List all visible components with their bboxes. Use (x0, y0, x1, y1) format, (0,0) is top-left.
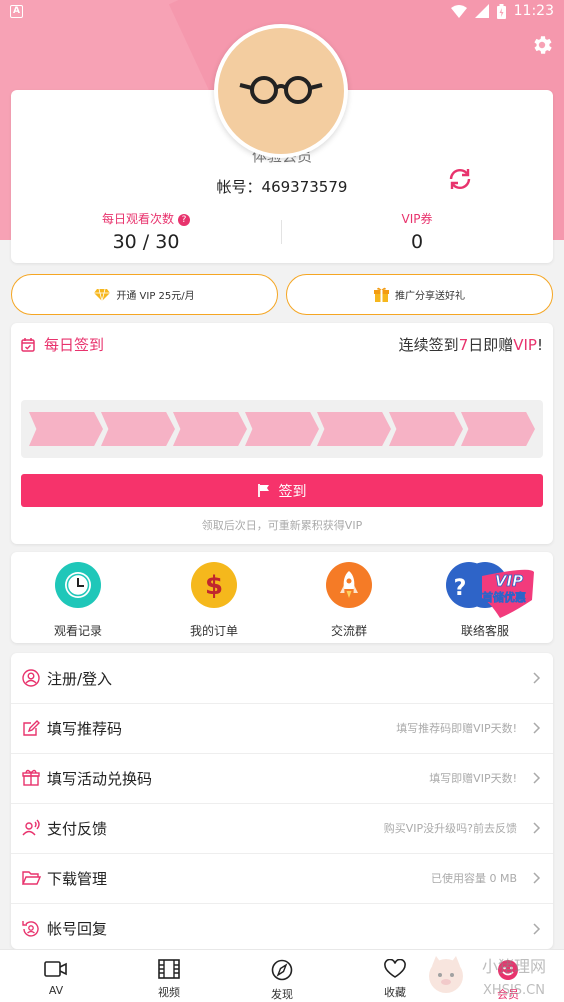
checkin-step (29, 412, 103, 446)
user-icon (22, 669, 40, 687)
vip-promo-badge-icon: ? VIP 首储优惠 (446, 562, 534, 618)
signal-icon (474, 4, 489, 18)
status-bar: A 11:23 (0, 0, 564, 26)
vip-coupon-value: 0 (410, 231, 424, 253)
film-icon (158, 959, 180, 979)
battery-icon (496, 3, 506, 19)
edit-icon (23, 720, 40, 736)
notification-badge: A (10, 5, 23, 18)
chevron-right-icon (533, 722, 541, 734)
svg-text:XHSJS.CN: XHSJS.CN (483, 983, 545, 998)
tab-discover[interactable]: 发现 (226, 950, 338, 1002)
menu-item-redeem-code[interactable]: 填写活动兑换码 填写即赠VIP天数! (11, 753, 553, 804)
status-time: 11:23 (513, 3, 554, 19)
menu-item-download-manager[interactable]: 下载管理 已使用容量 0 MB (11, 853, 553, 904)
share-gift-button[interactable]: 推广分享送好礼 (286, 274, 553, 315)
quick-links-card: 观看记录 $ 我的订单 交流群 ? VIP 首储优惠 联络客服 (11, 552, 553, 643)
wifi-icon (450, 4, 467, 18)
menu-item-account-restore[interactable]: 帐号回复 (11, 903, 553, 949)
checkin-step (461, 412, 535, 446)
gift-icon (22, 769, 40, 786)
menu-list-card: 注册/登入 填写推荐码 填写推荐码即赠VIP天数! 填写活动兑换码 填写即赠VI… (11, 653, 553, 949)
customer-service-button[interactable]: ? VIP 首储优惠 联络客服 (435, 562, 535, 639)
checkin-reward-note: 连续签到7日即赠VIP! (398, 336, 543, 354)
checkin-step (317, 412, 391, 446)
share-gift-label: 推广分享送好礼 (395, 291, 465, 302)
avatar[interactable] (214, 24, 348, 158)
rocket-icon (340, 571, 358, 598)
my-orders-button[interactable]: $ 我的订单 (164, 562, 264, 639)
settings-gear-icon[interactable] (530, 33, 554, 57)
chevron-right-icon (533, 872, 541, 884)
chevron-right-icon (533, 772, 541, 784)
daily-views-label: 每日观看次数 (101, 212, 174, 226)
svg-text:VIP: VIP (495, 572, 523, 590)
calendar-check-icon (21, 337, 35, 352)
site-watermark: 小猪理网 XHSJS.CN (429, 956, 546, 998)
checkin-step (389, 412, 463, 446)
checkin-step (173, 412, 247, 446)
watch-history-button[interactable]: 观看记录 (28, 562, 128, 639)
checkin-button[interactable]: 签到 (21, 474, 543, 507)
community-group-button[interactable]: 交流群 (299, 562, 399, 639)
svg-text:$: $ (205, 571, 223, 601)
stat-divider (281, 220, 282, 244)
checkin-step (101, 412, 175, 446)
daily-views-value: 30 / 30 (112, 231, 180, 253)
clock-icon (65, 572, 91, 598)
chevron-right-icon (533, 822, 541, 834)
glasses-icon (239, 76, 323, 104)
checkin-progress-track (21, 400, 543, 458)
svg-text:小猪理网: 小猪理网 (482, 957, 546, 976)
svg-text:首储优惠: 首储优惠 (482, 590, 526, 604)
checkin-hint: 领取后次日，可重新累积获得VIP (201, 519, 363, 532)
chevron-right-icon (533, 672, 541, 684)
vip-coupon-label: VIP券 (401, 212, 433, 226)
open-vip-button[interactable]: 开通 VIP 25元/月 (11, 274, 278, 315)
daily-checkin-card: 每日签到 连续签到7日即赠VIP! 签到 领取后次日，可重新累积获得VIP (11, 323, 553, 544)
vip-coupon-stat: VIP券 0 (317, 210, 517, 253)
menu-item-payment-feedback[interactable]: 支付反馈 购买VIP没升级吗?前去反馈 (11, 803, 553, 854)
open-vip-label: 开通 VIP 25元/月 (116, 291, 195, 302)
dollar-icon: $ (205, 571, 223, 601)
tab-av[interactable]: AV (0, 950, 112, 1002)
menu-item-register-login[interactable]: 注册/登入 (11, 653, 553, 704)
folder-icon (21, 871, 41, 885)
video-icon (44, 961, 67, 977)
checkin-title: 每日签到 (21, 334, 104, 355)
account-restore-icon (22, 920, 39, 937)
chevron-right-icon (533, 922, 541, 935)
heart-icon (384, 958, 406, 978)
menu-item-referral-code[interactable]: 填写推荐码 填写推荐码即赠VIP天数! (11, 703, 553, 754)
help-icon[interactable]: ? (178, 214, 190, 226)
gift-box-icon (374, 287, 389, 302)
compass-icon (271, 959, 293, 981)
feedback-icon (22, 819, 40, 836)
daily-views-stat: 每日观看次数? 30 / 30 (46, 210, 246, 253)
svg-text:?: ? (454, 576, 467, 601)
refresh-icon[interactable] (447, 166, 473, 192)
flag-icon (257, 484, 269, 497)
checkin-step (245, 412, 319, 446)
diamond-icon (94, 288, 111, 301)
tab-videos[interactable]: 视频 (113, 950, 225, 1002)
